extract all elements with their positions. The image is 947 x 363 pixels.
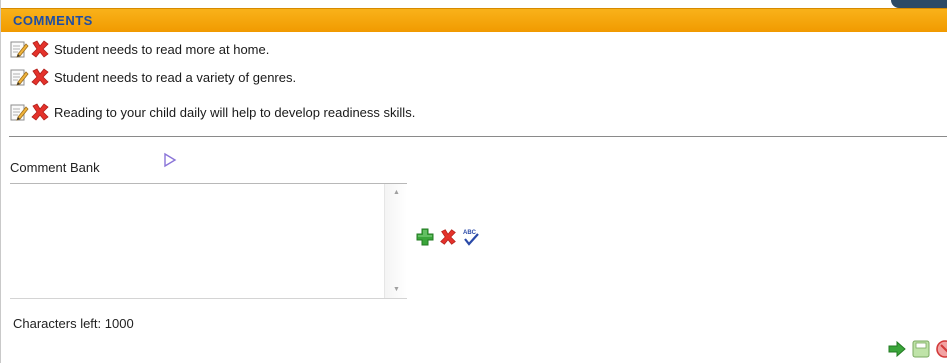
delete-icon[interactable] [29,101,51,123]
svg-text:ABC: ABC [463,230,477,236]
window-corner [891,0,947,8]
add-icon[interactable] [415,227,435,247]
delete-icon[interactable] [29,66,51,88]
comment-text: Student needs to read more at home. [54,41,270,57]
editor-toolbar: ABC [415,227,481,247]
next-arrow-icon[interactable] [887,339,907,359]
comment-text: Student needs to read a variety of genre… [54,69,297,85]
comment-item: Student needs to read a variety of genre… [9,66,296,88]
section-divider [9,136,947,137]
comment-bank-label: Comment Bank [10,160,100,175]
save-icon[interactable] [911,339,931,359]
play-arrow-icon[interactable] [163,152,177,168]
comment-text: Reading to your child daily will help to… [54,104,416,120]
characters-left: Characters left: 1000 [13,316,134,331]
edit-icon[interactable] [9,102,29,122]
edit-icon[interactable] [9,67,29,87]
comments-panel: COMMENTS Student needs to read more at h… [0,0,947,363]
footer-actions [887,339,947,359]
comment-textarea[interactable]: ▲ ▼ [10,183,407,299]
delete-icon[interactable] [29,38,51,60]
cancel-icon[interactable] [935,339,947,359]
characters-left-label: Characters left: [13,316,102,331]
edit-icon[interactable] [9,39,29,59]
comment-item: Reading to your child daily will help to… [9,101,415,123]
section-title: COMMENTS [13,13,93,28]
characters-left-value: 1000 [104,316,134,331]
spellcheck-icon[interactable]: ABC [461,227,481,247]
comment-item: Student needs to read more at home. [9,38,269,60]
section-header: COMMENTS [1,8,947,32]
scroll-up-icon[interactable]: ▲ [393,189,400,196]
scroll-down-icon[interactable]: ▼ [393,286,400,293]
delete-icon[interactable] [438,227,458,247]
textarea-scrollbar[interactable]: ▲ ▼ [384,184,407,298]
